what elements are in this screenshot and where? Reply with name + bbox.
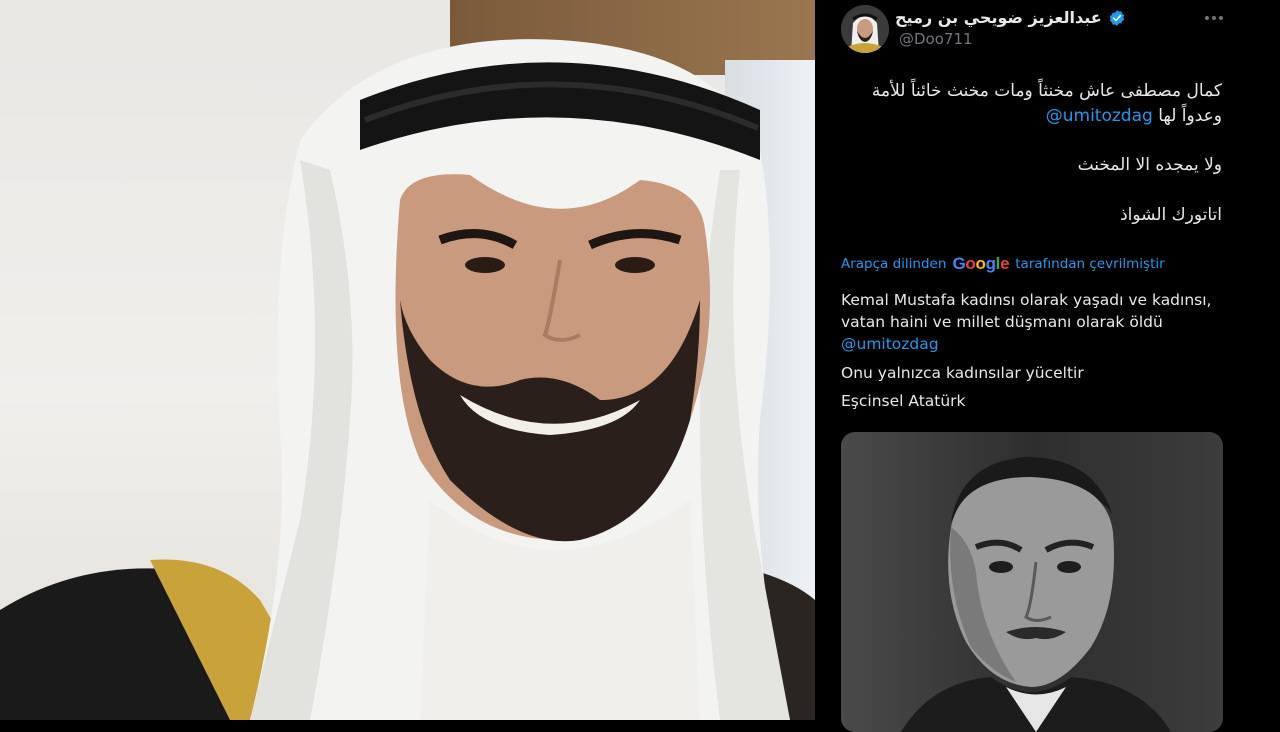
arabic-text-line2: وعدواً لها @umitozdag	[822, 104, 1222, 128]
verified-badge-icon	[1109, 9, 1124, 26]
translation-prefix: Arapça dilinden	[841, 256, 947, 272]
translated-line2: vatan haini ve millet düşmanı olarak öld…	[841, 313, 1163, 331]
arabic-text-line3: ولا يمجده الا المخنث	[1077, 155, 1222, 175]
author-display-name[interactable]: عبدالعزيز ضويحي بن رميح	[895, 8, 1102, 27]
translated-line4: Eşcinsel Atatürk	[841, 392, 966, 410]
google-logo: Google	[952, 254, 1010, 273]
author-name-row[interactable]: عبدالعزيز ضويحي بن رميح	[895, 8, 1124, 27]
man-in-ghutra-portrait	[0, 39, 815, 720]
translated-mention-link[interactable]: @umitozdag	[841, 333, 1221, 355]
black-white-portrait-photo	[841, 432, 1223, 732]
translated-line3: Onu yalnızca kadınsılar yüceltir	[841, 364, 1084, 382]
arabic-text-line1: كمال مصطفى عاش مخنثاً ومات مخنث خائناً ل…	[871, 81, 1222, 101]
avatar-image	[841, 5, 889, 53]
more-dots-icon	[1205, 16, 1223, 20]
arabic-text-line4: اتاتورك الشواذ	[1120, 205, 1222, 225]
mention-link[interactable]: @umitozdag	[1046, 106, 1153, 126]
translated-line1: Kemal Mustafa kadınsı olarak yaşadı ve k…	[841, 291, 1212, 309]
arabic-text-line2-words: وعدواً لها	[1158, 106, 1222, 126]
translation-suffix: tarafından çevrilmiştir	[1015, 256, 1165, 272]
tweet-media-image[interactable]	[841, 432, 1223, 732]
left-portrait-photo	[0, 0, 815, 720]
more-horizontal-icon[interactable]	[1203, 8, 1225, 28]
author-handle[interactable]: @Doo711	[899, 30, 973, 48]
translation-attribution[interactable]: Arapça dilinden Google tarafından çevril…	[841, 254, 1165, 274]
avatar[interactable]	[841, 5, 889, 53]
